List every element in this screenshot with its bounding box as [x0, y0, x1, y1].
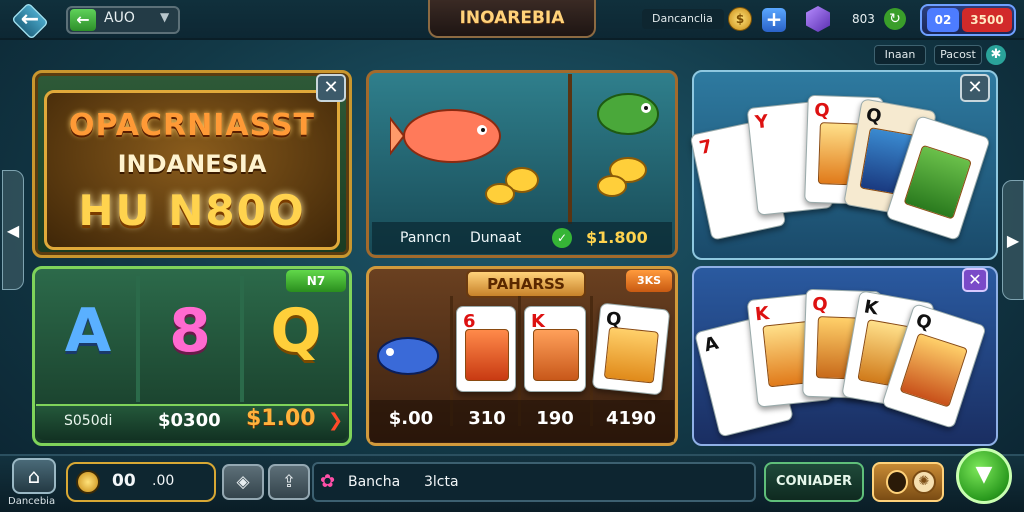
chevron-down-icon[interactable]: ▼	[160, 10, 169, 24]
pahars-badge: 3KS	[626, 270, 672, 292]
home-icon: ⌂	[27, 464, 41, 488]
score-right: 3500	[962, 8, 1012, 32]
promo-line-2: INDANESIA	[117, 150, 267, 178]
gift-icon: ◈	[236, 472, 250, 492]
share-button[interactable]: ⇪	[268, 464, 310, 500]
coin-icon: $	[728, 7, 752, 31]
slots-reel-divider	[136, 276, 140, 402]
promo-line-1: OPACRNIASST	[69, 108, 315, 143]
back-arrow-icon[interactable]: ←	[70, 9, 96, 31]
playing-card: Q	[591, 302, 671, 396]
promo-line-3: HU N80O	[78, 186, 306, 235]
coins-secondary: .00	[152, 473, 175, 489]
sub-button-right[interactable]: Pacost	[934, 45, 982, 65]
coin-icon	[76, 470, 100, 494]
confirm-button[interactable]: CONIADER	[764, 462, 864, 502]
scroll-right-button[interactable]: ▶	[1002, 180, 1024, 300]
pahars-price: 190	[536, 408, 574, 429]
fish-price: $1.800	[586, 228, 648, 247]
pahars-price: $.00	[388, 408, 434, 429]
chevron-right-icon: ▶	[1006, 230, 1020, 250]
share-icon: ⇪	[281, 472, 297, 492]
pahars-price: 310	[468, 408, 506, 429]
chat-name: Bancha	[348, 474, 401, 490]
balance-label: AUO	[104, 10, 135, 26]
chat-message: 3lcta	[424, 474, 459, 490]
pahars-title: PAHARSS	[487, 275, 565, 293]
close-icon[interactable]: ✕	[316, 74, 346, 102]
check-icon: ✓	[552, 228, 572, 248]
fish-label-2: Dunaat	[470, 230, 522, 246]
chevron-down-icon: ▼	[975, 462, 993, 487]
chevron-left-icon: ◀	[6, 220, 20, 240]
pahars-price: 4190	[605, 408, 657, 429]
slots-amount: $0300	[158, 410, 221, 431]
slot-symbol: 8	[169, 296, 211, 366]
gem-count: 803	[852, 12, 875, 26]
fish-label-1: Panncn	[400, 230, 451, 246]
home-button[interactable]: ⌂	[12, 458, 56, 494]
slots-badge: N7	[286, 270, 346, 292]
fish-illustration	[390, 109, 539, 205]
slot-symbol: Q	[270, 296, 322, 366]
gear-icon: ✺	[912, 470, 936, 494]
add-coins-button[interactable]: +	[762, 8, 786, 32]
scroll-left-button[interactable]: ◀	[2, 170, 24, 290]
arrow-left-icon[interactable]: ←	[14, 3, 46, 37]
slots-label: S050di	[64, 413, 113, 429]
frog-illustration	[597, 93, 659, 197]
sub-button-left[interactable]: Inaan	[874, 45, 926, 65]
page-title: INOAREBIA	[459, 8, 565, 28]
username: Dancanclia	[652, 12, 713, 25]
flower-icon: ✿	[320, 471, 336, 492]
slot-symbol: A	[64, 296, 112, 366]
fish-illustration	[377, 337, 439, 375]
home-label: Dancebia	[8, 496, 56, 507]
playing-card: 6	[456, 306, 516, 392]
toggle-left-icon	[886, 470, 908, 494]
settings-icon[interactable]: ✱	[986, 45, 1006, 65]
fish-card-divider	[568, 74, 572, 224]
chevron-right-icon[interactable]: ❯	[328, 410, 344, 432]
score-left: 02	[927, 8, 959, 32]
refresh-icon[interactable]: ↻	[884, 8, 906, 30]
coins-main: 00	[112, 471, 136, 491]
playing-card: K	[524, 306, 586, 392]
slots-reel-divider	[240, 276, 244, 402]
gift-button[interactable]: ◈	[222, 464, 264, 500]
slots-price: $1.00	[246, 406, 316, 431]
play-button[interactable]: ▼	[956, 448, 1012, 504]
close-icon[interactable]: ✕	[962, 268, 988, 292]
close-icon[interactable]: ✕	[960, 74, 990, 102]
